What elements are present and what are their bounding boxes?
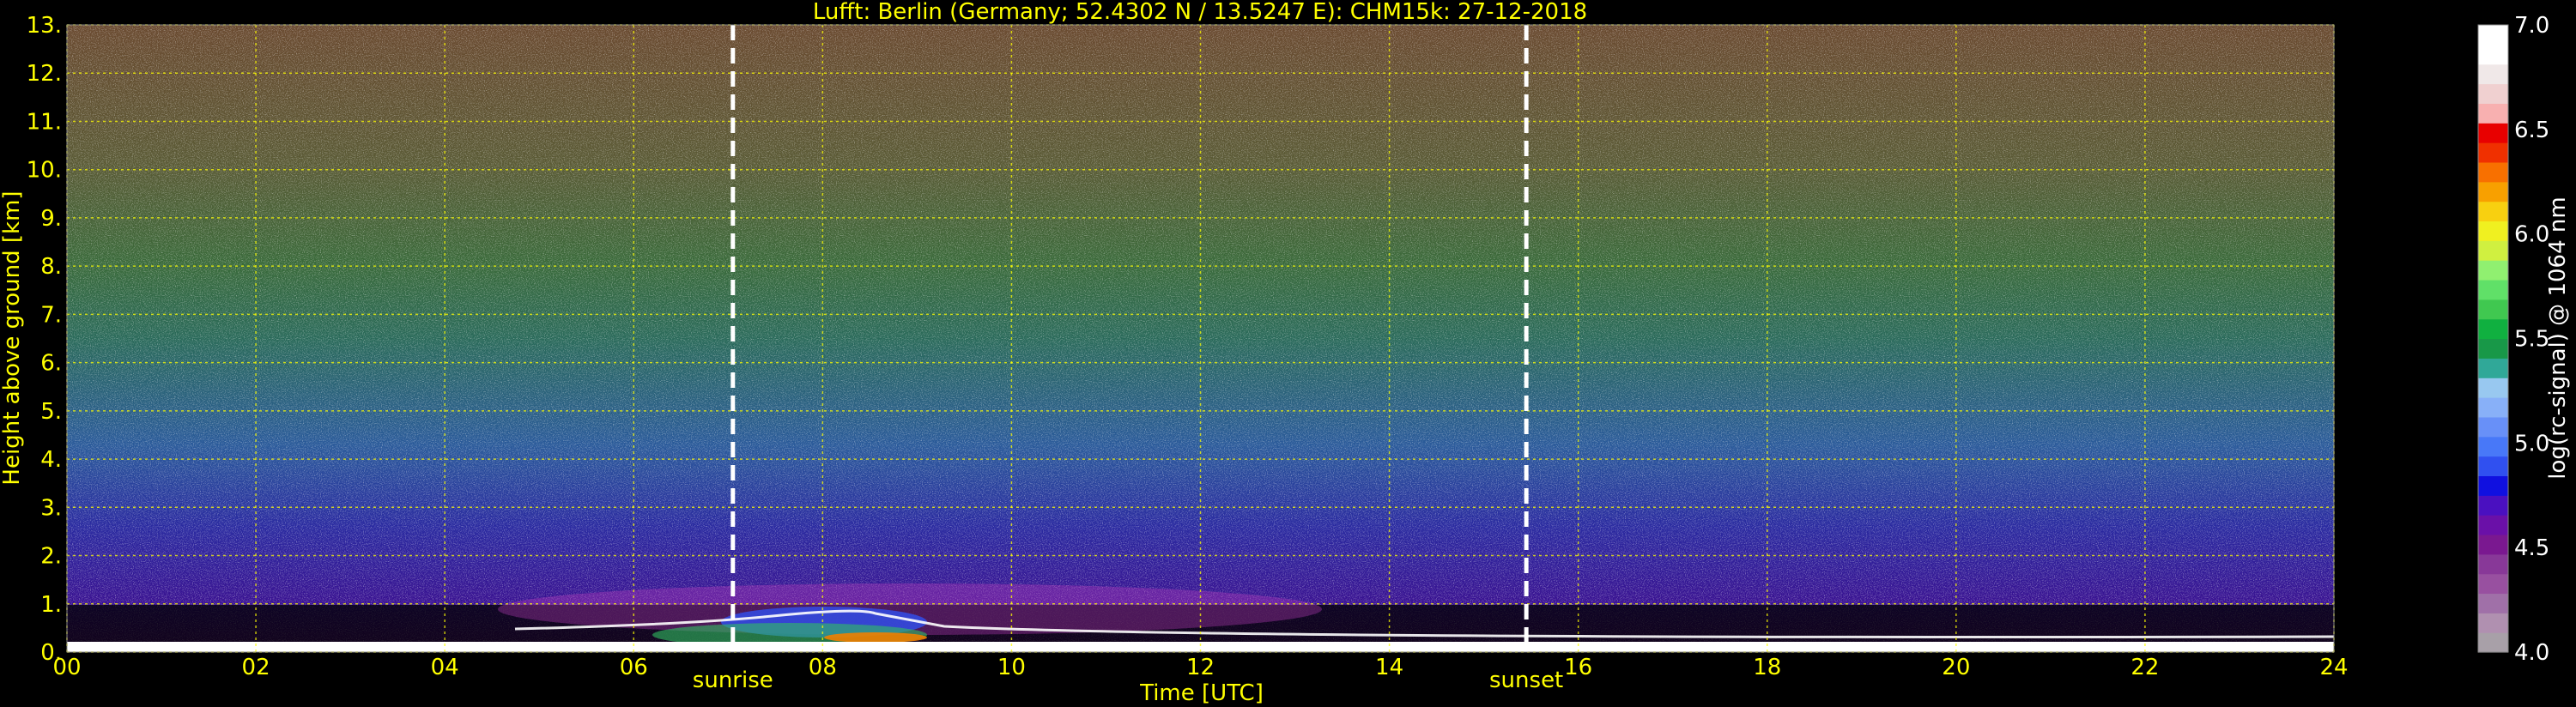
x-tick-label: 08 [809, 655, 837, 680]
colorbar-tick-label: 7.0 [2514, 13, 2549, 39]
x-axis-label: Time [UTC] [1139, 680, 1264, 706]
x-tick-label: 02 [242, 655, 270, 680]
colorbar-segment [2478, 83, 2508, 104]
colorbar-segment [2478, 63, 2508, 85]
y-tick-label: 0. [40, 640, 62, 666]
y-axis-ticks: 0. 1. 2. 3. 4. 5. 6. 7. 8. 9. 10. 11. 12. 13. [27, 13, 62, 666]
x-tick-label: 22 [2131, 655, 2159, 680]
sunset-label: sunset [1489, 668, 1563, 693]
plot-area: sunrise sunset [66, 24, 2335, 693]
colorbar-segment [2478, 397, 2508, 418]
colorbar-segment [2478, 142, 2508, 163]
y-axis-label: Height above ground [km] [0, 190, 25, 485]
y-tick-label: 2. [40, 544, 62, 570]
colorbar-segment [2478, 338, 2508, 359]
ceilometer-chart: sunrise sunset Lufft: Berlin (Germany; 52… [0, 0, 2571, 706]
y-tick-label: 6. [40, 351, 62, 377]
x-axis-ticks: 00 02 04 06 08 10 12 14 16 18 20 22 24 [52, 655, 2348, 680]
y-tick-label: 10. [27, 158, 62, 184]
colorbar-segment [2478, 416, 2508, 438]
colorbar-segment [2478, 44, 2508, 65]
colorbar-tick-label: 4.0 [2514, 640, 2549, 666]
colorbar-label: log(rc-signal) @ 1064 nm [2545, 196, 2571, 479]
y-tick-label: 8. [40, 254, 62, 280]
y-tick-label: 9. [40, 206, 62, 232]
colorbar [2477, 24, 2509, 653]
colorbar-segment [2478, 25, 2508, 45]
x-tick-label: 20 [1942, 655, 1970, 680]
colorbar-segment [2478, 161, 2508, 183]
y-tick-label: 1. [40, 592, 62, 618]
colorbar-segment [2478, 240, 2508, 261]
colorbar-segment [2478, 279, 2508, 300]
sunrise-label: sunrise [693, 668, 773, 693]
x-tick-label: 04 [431, 655, 459, 680]
colorbar-segment [2478, 103, 2508, 124]
x-tick-label: 18 [1753, 655, 1781, 680]
y-tick-label: 11. [27, 109, 62, 135]
colorbar-segment [2478, 181, 2508, 202]
y-tick-label: 5. [40, 399, 62, 425]
y-tick-label: 13. [27, 13, 62, 39]
y-tick-label: 7. [40, 302, 62, 328]
colorbar-segment [2478, 495, 2508, 516]
x-tick-label: 06 [620, 655, 648, 680]
y-tick-label: 3. [40, 495, 62, 521]
colorbar-segment [2478, 299, 2508, 320]
colorbar-segment [2478, 573, 2508, 595]
colorbar-segment [2478, 378, 2508, 398]
colorbar-segment [2478, 632, 2508, 653]
colorbar-segment [2478, 553, 2508, 575]
chart-title: Lufft: Berlin (Germany; 52.4302 N / 13.5… [813, 0, 1587, 25]
y-tick-label: 4. [40, 447, 62, 473]
colorbar-segment [2478, 475, 2508, 496]
colorbar-segment [2478, 613, 2508, 633]
x-tick-label: 12 [1186, 655, 1215, 680]
colorbar-segment [2478, 123, 2508, 143]
colorbar-segment [2478, 436, 2508, 457]
aerosol-layer-orange [824, 632, 927, 643]
colorbar-segment [2478, 221, 2508, 241]
colorbar-segment [2478, 456, 2508, 477]
x-tick-label: 14 [1375, 655, 1403, 680]
colorbar-tick-label: 4.5 [2514, 535, 2549, 561]
colorbar-segment [2478, 534, 2508, 555]
colorbar-segment [2478, 260, 2508, 281]
x-tick-label: 24 [2319, 655, 2348, 680]
y-tick-label: 12. [27, 61, 62, 87]
colorbar-segment [2478, 515, 2508, 535]
x-tick-label: 10 [997, 655, 1026, 680]
colorbar-segment [2478, 593, 2508, 613]
colorbar-tick-label: 6.5 [2514, 118, 2549, 143]
colorbar-segment [2478, 358, 2508, 378]
colorbar-segment [2478, 201, 2508, 222]
colorbar-segment [2478, 318, 2508, 340]
x-tick-label: 16 [1564, 655, 1592, 680]
